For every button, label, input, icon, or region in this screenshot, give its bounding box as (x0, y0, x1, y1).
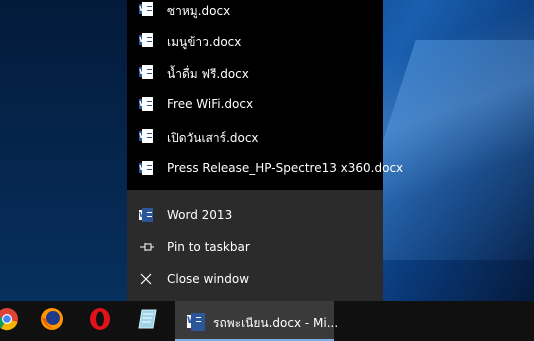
taskbar-notepad-button[interactable] (126, 301, 170, 341)
wallpaper-shade (0, 0, 130, 301)
word-app-icon: W (139, 208, 153, 222)
close-window-item[interactable]: Close window (127, 263, 383, 295)
chrome-icon (0, 307, 19, 335)
open-word-app-item[interactable]: W Word 2013 (127, 199, 383, 231)
word-doc-icon: W (139, 129, 153, 143)
jump-list: W ซาหมู.docx W เมนูข้าว.docx W น้ำดื่ม ฟ… (127, 0, 403, 301)
recent-file-label: เปิดวันเสาร์.docx (167, 131, 259, 145)
taskbar-firefox-button[interactable] (30, 301, 74, 341)
word-app-icon: W (187, 313, 205, 331)
task-label: Close window (167, 272, 250, 286)
opera-icon (88, 307, 112, 335)
recent-file-label: Free WiFi.docx (167, 97, 254, 111)
taskbar-chrome-button[interactable] (0, 301, 29, 341)
recent-files-section: W ซาหมู.docx W เมนูข้าว.docx W น้ำดื่ม ฟ… (127, 0, 403, 190)
recent-file-item[interactable]: W เมนูข้าว.docx (127, 24, 383, 56)
word-doc-icon: W (139, 33, 153, 47)
word-doc-icon: W (139, 65, 153, 79)
task-label: Pin to taskbar (167, 240, 250, 254)
word-doc-icon: W (139, 161, 153, 175)
pin-icon (139, 240, 154, 254)
recent-file-item[interactable]: W Press Release_HP-Spectre13 x360.docx (127, 152, 403, 184)
recent-file-label: ซาหมู.docx (167, 4, 231, 18)
notepad-icon (136, 307, 160, 335)
task-label: Word 2013 (167, 208, 233, 222)
word-doc-icon: W (139, 97, 153, 111)
taskbar-active-word-window[interactable]: W รถพะเนียน.docx - Mi... (175, 301, 338, 341)
firefox-icon (40, 307, 64, 335)
recent-file-item[interactable]: W ซาหมู.docx (127, 0, 383, 25)
recent-file-item[interactable]: W น้ำดื่ม ฟรี.docx (127, 56, 383, 88)
taskbar-opera-button[interactable] (78, 301, 122, 341)
recent-file-label: น้ำดื่ม ฟรี.docx (167, 67, 249, 81)
pin-to-taskbar-item[interactable]: Pin to taskbar (127, 231, 383, 263)
active-window-title: รถพะเนียน.docx - Mi... (213, 316, 339, 330)
recent-file-label: เมนูข้าว.docx (167, 35, 242, 49)
close-icon (139, 272, 153, 286)
taskbar: W รถพะเนียน.docx - Mi... (0, 301, 534, 341)
word-doc-icon: W (139, 2, 153, 16)
recent-file-item[interactable]: W Free WiFi.docx (127, 88, 383, 120)
recent-file-label: Press Release_HP-Spectre13 x360.docx (167, 161, 404, 175)
recent-file-item[interactable]: W เปิดวันเสาร์.docx (127, 120, 383, 152)
